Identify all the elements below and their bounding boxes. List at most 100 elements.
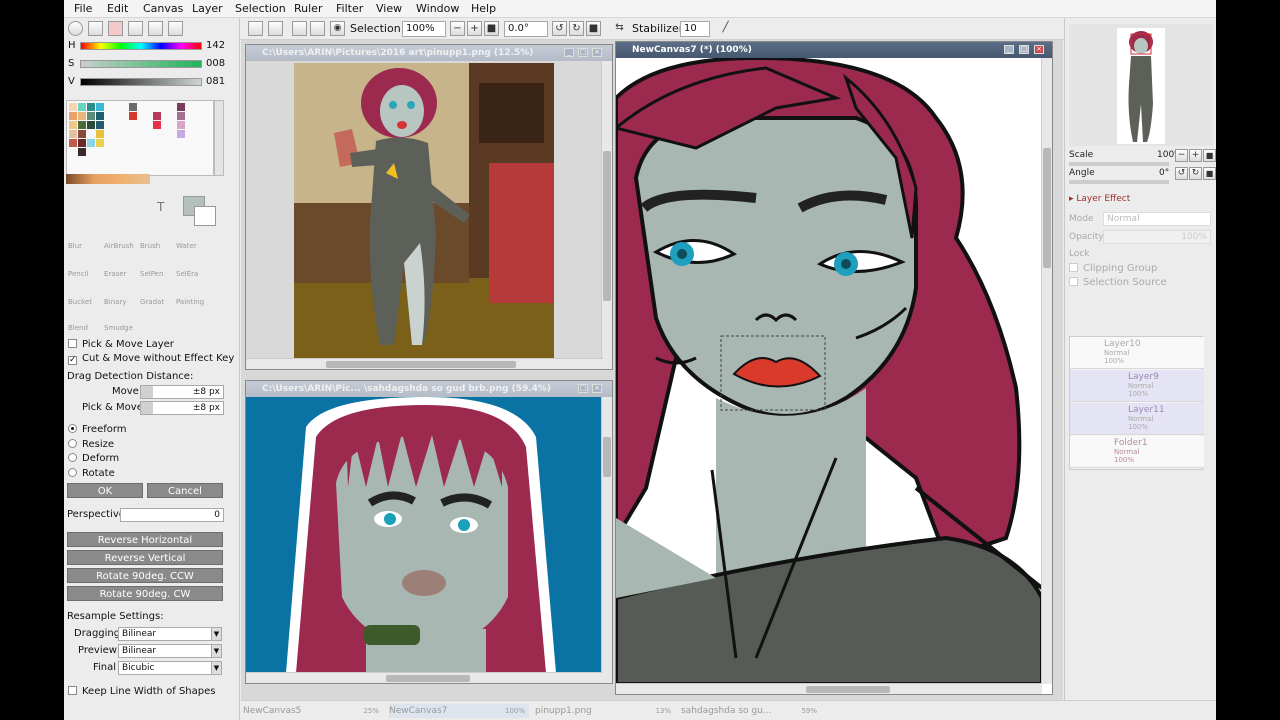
doc2-horizontal-scrollbar[interactable] [246,672,603,683]
menu-help[interactable]: Help [471,2,496,15]
tool-gradation[interactable]: Gradat [140,298,164,306]
document-window-newcanvas7[interactable]: NewCanvas7 (*) (100%) _ □ × [615,41,1053,695]
document-window-pinupp1[interactable]: C:\Users\ARIN\Pictures\2016 art\pinupp1.… [245,44,613,370]
invert-selection-icon[interactable] [310,21,325,36]
rotate-ccw-button[interactable]: Rotate 90deg. CCW [67,568,223,583]
ok-button[interactable]: OK [67,483,143,498]
flip-icon[interactable]: ⇆ [612,21,627,36]
doc1-horizontal-scrollbar[interactable] [246,358,603,369]
angle-cw-button[interactable]: ↻ [1189,167,1202,180]
dragging-select[interactable]: Bilinear ▼ [118,627,222,641]
rotate-radio[interactable] [68,468,77,477]
deselect-icon[interactable] [292,21,307,36]
rgb-slider-icon[interactable] [88,21,103,36]
clipping-group-option[interactable]: Clipping Group [1069,263,1157,277]
eye-icon[interactable]: ◉ [330,21,345,36]
preview-select[interactable]: Bilinear ▼ [118,644,222,658]
layer-effect-toggle[interactable]: ▸ Layer Effect [1069,194,1130,204]
value-slider[interactable]: V 081 [66,76,238,90]
selection-source-checkbox[interactable] [1069,277,1078,286]
freeform-radio[interactable] [68,424,77,433]
color-wheel-icon[interactable] [68,21,83,36]
maximize-icon[interactable]: □ [578,48,588,57]
doc3-vertical-scrollbar[interactable] [1041,58,1052,684]
document-title-sahdagshda[interactable]: C:\Users\ARIN\Pic... \sahdagshda so gud … [246,381,612,397]
layer-item[interactable]: Layer11 Normal 100% [1070,403,1204,435]
line-tool-icon[interactable]: ╱ [718,21,733,36]
rotation-field[interactable]: 0.0° [504,21,548,37]
palette-icon[interactable] [128,21,143,36]
document-title-newcanvas7[interactable]: NewCanvas7 (*) (100%) [616,42,1052,58]
menu-selection[interactable]: Selection [235,2,286,15]
hue-track[interactable] [80,42,202,50]
rotate-cw-icon[interactable]: ↻ [569,21,584,36]
doc1-vertical-scrollbar[interactable] [601,61,612,369]
color-palette[interactable] [66,100,214,176]
rotate-ccw-icon[interactable]: ↺ [552,21,567,36]
layer-item[interactable]: Layer9 Normal 100% [1070,370,1204,402]
move-distance-field[interactable]: ±8 px [140,385,224,399]
reverse-vertical-button[interactable]: Reverse Vertical [67,550,223,565]
document-tab[interactable]: NewCanvas5 25% [243,704,383,718]
scale-slider[interactable] [1069,162,1169,166]
stabilizer-select[interactable]: 10 [680,21,710,37]
tool-selpen[interactable]: SelPen [140,270,163,278]
angle-slider[interactable] [1069,180,1169,184]
keep-line-width-checkbox[interactable] [68,686,77,695]
close-icon[interactable]: × [592,384,602,393]
tool-smudge[interactable]: Smudge [104,324,133,332]
menu-ruler[interactable]: Ruler [294,2,322,15]
menu-edit[interactable]: Edit [107,2,128,15]
reverse-horizontal-button[interactable]: Reverse Horizontal [67,532,223,547]
palette-scrollbar[interactable] [214,100,224,176]
tool-selera[interactable]: SelEra [176,270,198,278]
tool-airbrush[interactable]: AirBrush [104,242,134,250]
hsv-slider-icon[interactable] [108,21,123,36]
menu-view[interactable]: View [376,2,402,15]
document-window-sahdagshda[interactable]: C:\Users\ARIN\Pic... \sahdagshda so gud … [245,380,613,684]
tool-painting[interactable]: Painting [176,298,204,306]
tool-bucket[interactable]: Bucket [68,298,92,306]
tool-eraser[interactable]: Eraser [104,270,126,278]
tool-binary[interactable]: Binary [104,298,127,306]
resize-radio[interactable] [68,439,77,448]
document-tab[interactable]: NewCanvas7 100% [389,704,529,718]
menu-layer[interactable]: Layer [192,2,223,15]
cancel-button[interactable]: Cancel [147,483,223,498]
tool-water[interactable]: Water [176,242,197,250]
undo-icon[interactable] [248,21,263,36]
blend-mode-select[interactable]: Normal [1103,212,1211,226]
scale-up-button[interactable]: + [1189,149,1202,162]
tool-pencil[interactable]: Pencil [68,270,88,278]
text-tool-icon[interactable]: T [157,200,164,214]
selection-toggle-label[interactable]: Selection [350,22,401,35]
mode-rotate[interactable]: Rotate [68,468,115,482]
maximize-icon[interactable]: □ [578,384,588,393]
document-title-pinupp1[interactable]: C:\Users\ARIN\Pictures\2016 art\pinupp1.… [246,45,612,61]
pick-move-distance-field[interactable]: ±8 px [140,401,224,415]
minimize-icon[interactable]: _ [564,48,574,57]
document-tab[interactable]: sahdagshda so gu... 59% [681,704,821,718]
menu-window[interactable]: Window [416,2,459,15]
menu-canvas[interactable]: Canvas [143,2,183,15]
maximize-icon[interactable]: □ [1019,45,1029,54]
scale-down-button[interactable]: − [1175,149,1188,162]
deform-radio[interactable] [68,453,77,462]
cut-move-checkbox[interactable]: ✓ [68,356,77,365]
zoom-in-button[interactable]: + [467,21,482,36]
selection-source-option[interactable]: Selection Source [1069,277,1167,291]
perspective-field[interactable]: 0 [120,508,224,522]
zoom-reset-button[interactable]: ■ [484,21,499,36]
keep-line-width-option[interactable]: Keep Line Width of Shapes [68,686,215,700]
angle-ccw-button[interactable]: ↺ [1175,167,1188,180]
value-track[interactable] [80,78,202,86]
doc3-horizontal-scrollbar[interactable] [616,683,1042,694]
saturation-track[interactable] [80,60,202,68]
minimize-icon[interactable]: _ [1004,45,1014,54]
close-icon[interactable]: × [1034,45,1044,54]
redo-icon[interactable] [268,21,283,36]
mode-freeform[interactable]: Freeform [68,424,127,438]
navigator-preview[interactable] [1069,24,1213,146]
rotate-reset-icon[interactable]: ■ [586,21,601,36]
cut-move-option[interactable]: ✓ Cut & Move without Effect Key [68,353,234,367]
